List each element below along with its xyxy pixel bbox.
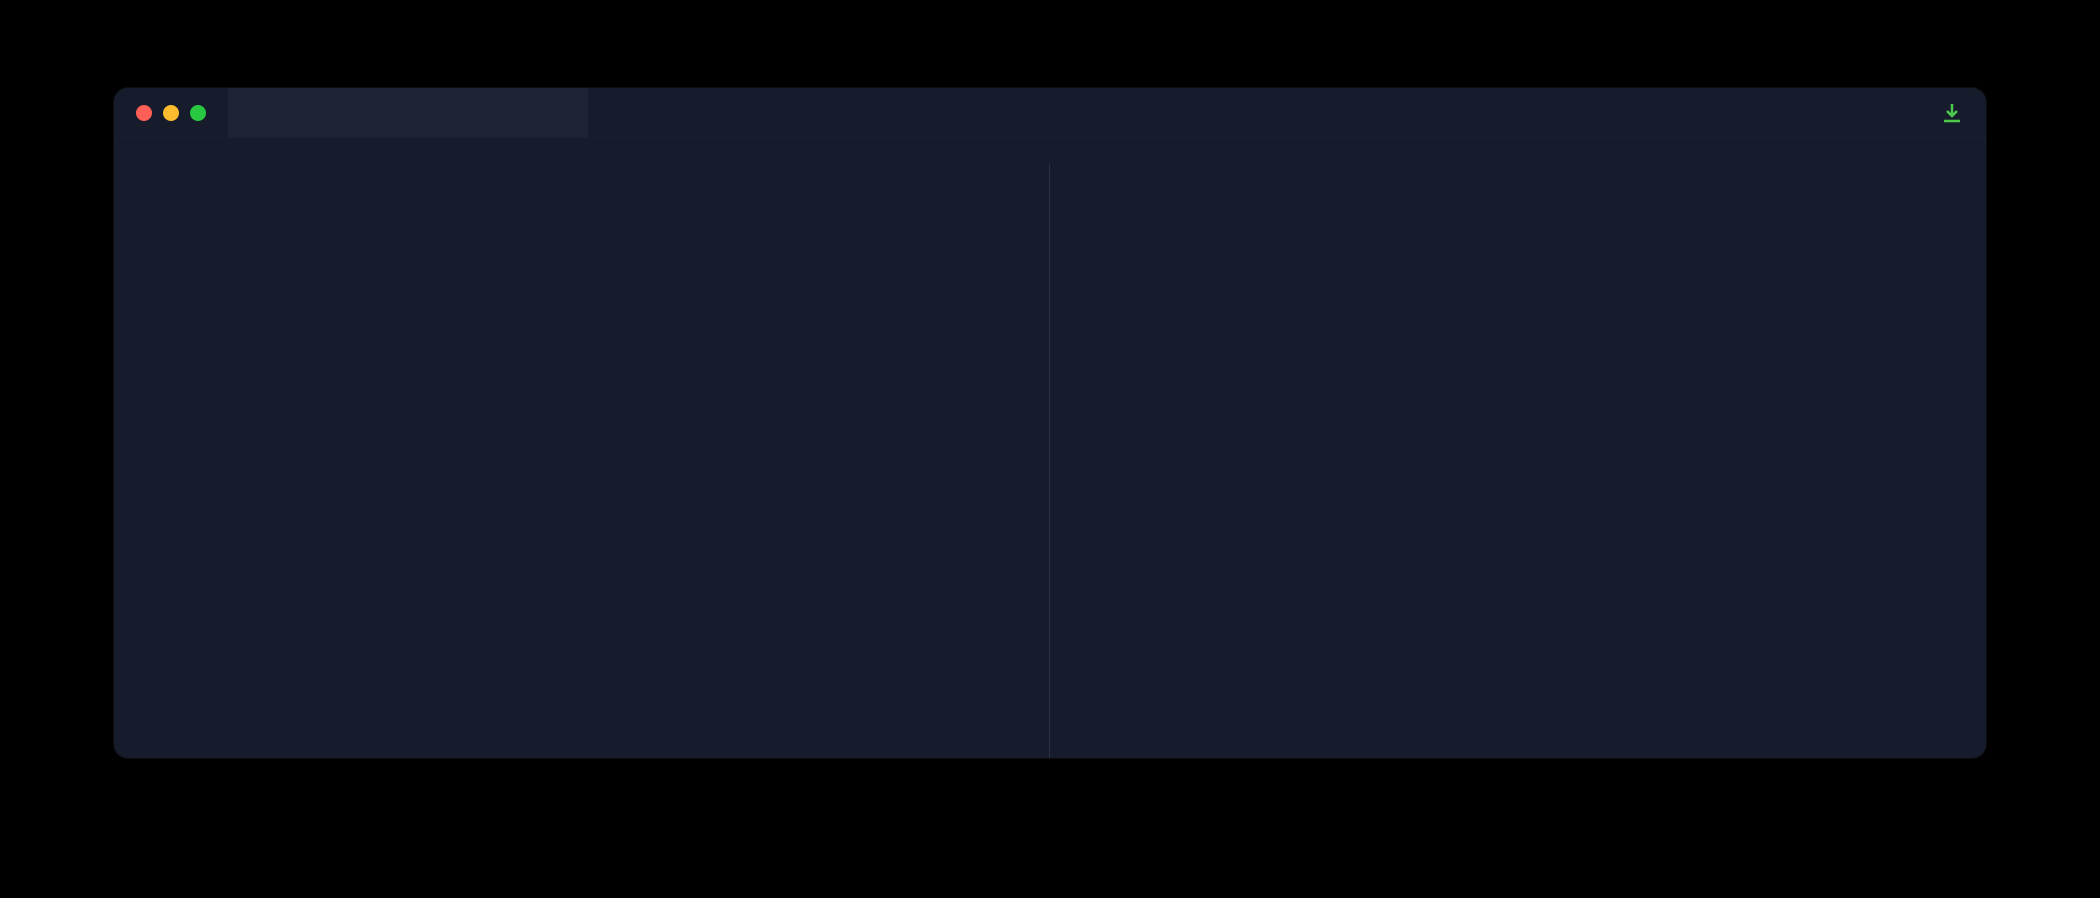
code-content-left[interactable] bbox=[174, 164, 1049, 758]
close 닫기-button[interactable] bbox=[136, 105, 152, 121]
download-button[interactable] bbox=[1940, 88, 1986, 137]
editor-window bbox=[114, 88, 1986, 758]
minimize-button[interactable] bbox=[163, 105, 179, 121]
code-pane[interactable] bbox=[114, 164, 1050, 758]
output-pane bbox=[1050, 164, 1986, 758]
title-bar bbox=[114, 88, 1986, 138]
maximize-button[interactable] bbox=[190, 105, 206, 121]
new-tab-button[interactable] bbox=[588, 88, 632, 137]
editor-body bbox=[114, 138, 1986, 758]
title-bar-spacer bbox=[632, 88, 1940, 137]
active-tab[interactable] bbox=[228, 88, 588, 137]
code-content-right bbox=[1138, 164, 1986, 758]
line-gutter-left bbox=[114, 164, 174, 758]
download-icon bbox=[1940, 101, 1964, 125]
line-gutter-right bbox=[1050, 164, 1138, 758]
traffic-lights bbox=[114, 88, 228, 137]
